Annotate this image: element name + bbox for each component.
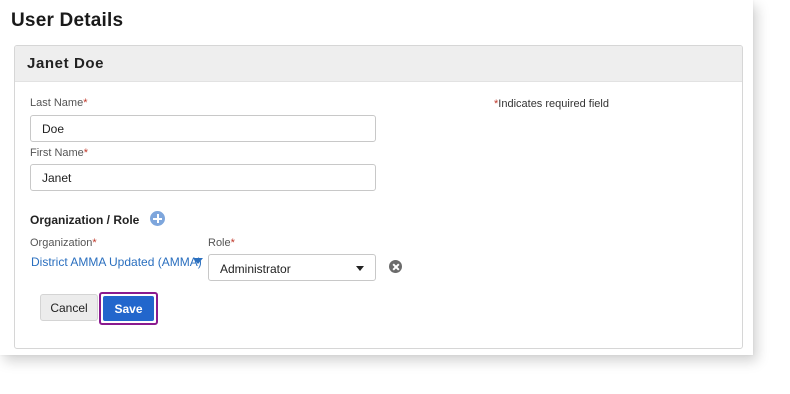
- required-field-note: *Indicates required field: [494, 98, 609, 110]
- required-asterisk: *: [83, 147, 89, 159]
- organization-label: Organization*: [30, 237, 97, 249]
- role-label-text: Role: [208, 237, 231, 249]
- save-button[interactable]: Save: [103, 296, 154, 321]
- organization-dropdown[interactable]: District AMMA Updated (AMMA): [31, 255, 202, 269]
- user-name-heading: Janet Doe: [27, 55, 105, 72]
- card-header: Janet Doe: [15, 46, 742, 82]
- save-button-focus-ring: Save: [99, 292, 158, 325]
- last-name-label: Last Name*: [30, 97, 87, 109]
- first-name-label: First Name*: [30, 147, 88, 159]
- role-selected-value: Administrator: [220, 262, 291, 276]
- cancel-button[interactable]: Cancel: [40, 294, 98, 321]
- last-name-input[interactable]: [30, 115, 376, 142]
- organization-label-text: Organization: [30, 237, 93, 249]
- role-select[interactable]: Administrator: [208, 254, 376, 281]
- required-note-text: Indicates required field: [498, 98, 609, 110]
- page-title: User Details: [11, 10, 124, 31]
- caret-down-icon: [356, 266, 364, 271]
- required-asterisk: *: [83, 97, 88, 109]
- user-card: Janet Doe *Indicates required field Last…: [14, 45, 743, 349]
- chevron-down-icon[interactable]: [193, 258, 203, 264]
- required-asterisk: *: [92, 237, 97, 249]
- close-circle-icon[interactable]: [389, 260, 402, 273]
- user-details-page: User Details Janet Doe *Indicates requir…: [0, 0, 753, 355]
- first-name-label-text: First Name: [30, 147, 84, 159]
- first-name-input[interactable]: [30, 164, 376, 191]
- last-name-label-text: Last Name: [30, 97, 84, 109]
- org-role-section-title: Organization / Role: [30, 213, 140, 227]
- plus-circle-icon[interactable]: [150, 211, 165, 226]
- role-label: Role*: [208, 237, 235, 249]
- required-asterisk: *: [230, 237, 235, 249]
